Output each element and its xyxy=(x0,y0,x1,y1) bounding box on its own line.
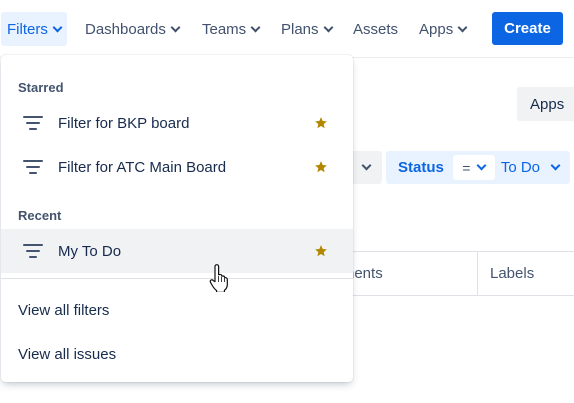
nav-dashboards-label: Dashboards xyxy=(85,20,166,38)
star-icon[interactable] xyxy=(314,116,328,130)
apps-button-label: Apps xyxy=(530,95,565,113)
chevron-down-icon xyxy=(170,22,181,32)
status-operator-select[interactable]: = xyxy=(452,155,495,180)
filter-name: Filter for BKP board xyxy=(58,114,190,132)
view-all-filters-link[interactable]: View all filters xyxy=(1,288,353,332)
chevron-down-icon xyxy=(323,22,333,32)
nav-plans-label: Plans xyxy=(281,20,319,38)
filter-dropdown-button[interactable] xyxy=(350,151,382,184)
filter-icon xyxy=(23,244,43,258)
view-all-issues-label: View all issues xyxy=(18,345,117,363)
chevron-down-icon xyxy=(457,22,468,32)
nav-teams-label: Teams xyxy=(202,20,247,38)
star-icon[interactable] xyxy=(314,244,328,258)
column-header-labels[interactable]: Labels xyxy=(490,252,534,295)
menu-divider xyxy=(1,278,353,279)
apps-button[interactable]: Apps xyxy=(517,87,574,121)
nav-teams-button[interactable]: Teams xyxy=(196,12,265,46)
chevron-down-icon xyxy=(550,160,561,171)
starred-section-title: Starred xyxy=(18,80,64,95)
status-filter-value: To Do xyxy=(500,159,541,176)
chevron-down-icon xyxy=(476,160,487,171)
chevron-down-icon xyxy=(361,160,371,171)
chevron-down-icon xyxy=(250,22,261,32)
filter-name: My To Do xyxy=(58,242,122,260)
nav-plans-button[interactable]: Plans xyxy=(275,12,338,46)
recent-section-title: Recent xyxy=(18,208,62,223)
recent-filter-item[interactable]: My To Do xyxy=(1,229,353,273)
nav-dashboards-button[interactable]: Dashboards xyxy=(79,12,185,46)
starred-filter-item[interactable]: Filter for BKP board xyxy=(1,101,353,145)
top-navigation: Filters Dashboards Teams Plans Assets Ap… xyxy=(0,0,574,58)
nav-apps-button[interactable]: Apps xyxy=(413,12,472,46)
filter-icon xyxy=(23,160,43,174)
view-all-filters-label: View all filters xyxy=(18,301,110,319)
table-header: nents Labels xyxy=(340,251,574,296)
status-operator-value: = xyxy=(462,159,471,176)
filters-dropdown-menu: Starred Filter for BKP board Filter for … xyxy=(1,55,353,382)
create-button[interactable]: Create xyxy=(492,12,563,45)
status-filter[interactable]: Status = To Do xyxy=(386,151,570,184)
starred-filter-item[interactable]: Filter for ATC Main Board xyxy=(1,145,353,189)
nav-filters-button[interactable]: Filters xyxy=(1,12,67,46)
nav-apps-label: Apps xyxy=(419,20,454,38)
hand-pointer-cursor-icon xyxy=(209,264,228,292)
filter-icon xyxy=(23,116,43,130)
filter-name: Filter for ATC Main Board xyxy=(58,158,227,176)
star-icon[interactable] xyxy=(314,160,328,174)
nav-filters-label: Filters xyxy=(7,20,48,38)
nav-assets-label: Assets xyxy=(353,20,399,38)
column-divider xyxy=(477,252,478,295)
view-all-issues-link[interactable]: View all issues xyxy=(1,332,353,376)
status-filter-label: Status xyxy=(398,159,444,176)
chevron-down-icon xyxy=(52,22,63,32)
nav-assets-button[interactable]: Assets xyxy=(347,12,404,46)
